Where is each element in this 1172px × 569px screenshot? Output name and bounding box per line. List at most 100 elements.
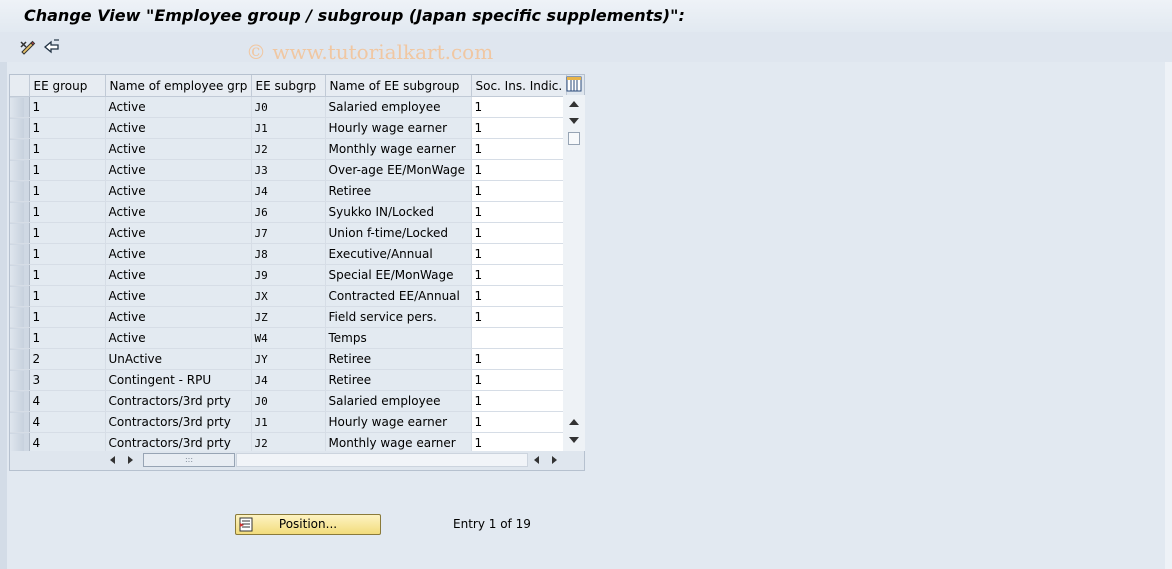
soc-ins-indic-field[interactable]: 1 bbox=[471, 348, 567, 370]
soc-ins-indic-field[interactable]: 1 bbox=[471, 285, 567, 307]
employee-group-name-cell: Active bbox=[105, 243, 252, 265]
column-header-ee-subgroup-name[interactable]: Name of EE subgroup bbox=[325, 75, 472, 97]
employee-group-name-cell: Contingent - RPU bbox=[105, 369, 252, 391]
row-selector-handle[interactable] bbox=[10, 118, 24, 138]
ee-group-cell: 1 bbox=[29, 306, 106, 328]
row-selector[interactable] bbox=[10, 285, 30, 307]
column-header-ee-group[interactable]: EE group bbox=[29, 75, 106, 97]
scroll-up-arrow-icon[interactable] bbox=[569, 101, 579, 107]
ee-subgroup-cell: J7 bbox=[251, 222, 326, 244]
row-selector[interactable] bbox=[10, 327, 30, 349]
row-selector[interactable] bbox=[10, 117, 30, 139]
table-row: 1 Active JX Contracted EE/Annual 1 bbox=[10, 285, 567, 307]
table-row: 4 Contractors/3rd prty J1 Hourly wage earne… bbox=[10, 411, 567, 433]
column-header-soc-ins-indic[interactable]: Soc. Ins. Indic. bbox=[471, 75, 567, 97]
soc-ins-indic-field[interactable]: 1 bbox=[471, 264, 567, 286]
row-selector-handle[interactable] bbox=[10, 160, 24, 180]
row-selector-handle[interactable] bbox=[10, 265, 24, 285]
position-button[interactable]: Position... bbox=[235, 514, 381, 535]
row-selector[interactable] bbox=[10, 180, 30, 202]
employee-group-name-cell: Active bbox=[105, 117, 252, 139]
table-row: 1 Active J7 Union f-time/Locked 1 bbox=[10, 222, 567, 244]
page-title: Change View "Employee group / subgroup (… bbox=[24, 6, 685, 25]
edit-icon[interactable] bbox=[19, 38, 37, 56]
row-selector[interactable] bbox=[10, 138, 30, 160]
scroll-left-end-arrow-icon[interactable] bbox=[534, 456, 539, 464]
row-selector-handle[interactable] bbox=[10, 244, 24, 264]
horizontal-scrollbar[interactable]: ::: bbox=[10, 451, 584, 470]
ee-group-cell: 1 bbox=[29, 201, 106, 223]
row-selector-handle[interactable] bbox=[10, 181, 24, 201]
column-settings-icon[interactable] bbox=[566, 76, 582, 92]
ee-subgroup-name-cell: Field service pers. bbox=[325, 306, 472, 328]
right-edge bbox=[1165, 62, 1172, 569]
row-selector[interactable] bbox=[10, 159, 30, 181]
row-selector-handle[interactable] bbox=[10, 349, 24, 369]
row-selector-handle[interactable] bbox=[10, 97, 24, 117]
horizontal-scroll-track[interactable] bbox=[236, 453, 528, 467]
soc-ins-indic-field[interactable]: 1 bbox=[471, 222, 567, 244]
row-selector[interactable] bbox=[10, 369, 30, 391]
select-all-cell[interactable] bbox=[10, 75, 30, 97]
table-row: 3 Contingent - RPU J4 Retiree 1 bbox=[10, 369, 567, 391]
row-selector[interactable] bbox=[10, 390, 30, 412]
ee-group-cell: 1 bbox=[29, 159, 106, 181]
horizontal-scroll-thumb[interactable]: ::: bbox=[143, 453, 235, 467]
row-selector[interactable] bbox=[10, 96, 30, 118]
page-down-arrow-icon[interactable] bbox=[569, 118, 579, 124]
entry-counter: Entry 1 of 19 bbox=[453, 517, 531, 531]
soc-ins-indic-field[interactable]: 1 bbox=[471, 180, 567, 202]
ee-subgroup-cell: JY bbox=[251, 348, 326, 370]
ee-group-cell: 1 bbox=[29, 285, 106, 307]
ee-subgroup-cell: J4 bbox=[251, 180, 326, 202]
row-selector-handle[interactable] bbox=[10, 223, 24, 243]
row-selector[interactable] bbox=[10, 222, 30, 244]
vertical-scroll-thumb[interactable] bbox=[568, 132, 580, 145]
row-selector-handle[interactable] bbox=[10, 139, 24, 159]
other-view-icon[interactable] bbox=[43, 38, 61, 56]
soc-ins-indic-field[interactable]: 1 bbox=[471, 411, 567, 433]
soc-ins-indic-field[interactable]: 1 bbox=[471, 96, 567, 118]
soc-ins-indic-field[interactable]: 1 bbox=[471, 369, 567, 391]
ee-subgroup-name-cell: Salaried employee bbox=[325, 390, 472, 412]
row-selector[interactable] bbox=[10, 264, 30, 286]
row-selector[interactable] bbox=[10, 243, 30, 265]
soc-ins-indic-field[interactable]: 1 bbox=[471, 138, 567, 160]
scroll-right-end-arrow-icon[interactable] bbox=[552, 456, 557, 464]
employee-group-name-cell: Active bbox=[105, 138, 252, 160]
soc-ins-indic-field[interactable]: 1 bbox=[471, 306, 567, 328]
column-header-ee-subgroup[interactable]: EE subgrp bbox=[251, 75, 326, 97]
row-selector-handle[interactable] bbox=[10, 328, 24, 348]
ee-subgroup-cell: J2 bbox=[251, 138, 326, 160]
row-selector-handle[interactable] bbox=[10, 202, 24, 222]
ee-subgroup-cell: W4 bbox=[251, 327, 326, 349]
row-selector-handle[interactable] bbox=[10, 391, 24, 411]
scroll-right-arrow-icon[interactable] bbox=[128, 456, 133, 464]
soc-ins-indic-field[interactable]: 1 bbox=[471, 390, 567, 412]
ee-group-cell: 4 bbox=[29, 411, 106, 433]
soc-ins-indic-field[interactable]: 1 bbox=[471, 201, 567, 223]
soc-ins-indic-field[interactable]: 1 bbox=[471, 117, 567, 139]
page-up-arrow-icon[interactable] bbox=[569, 419, 579, 425]
row-selector-handle[interactable] bbox=[10, 370, 24, 390]
row-selector-handle[interactable] bbox=[10, 286, 24, 306]
row-selector-handle[interactable] bbox=[10, 307, 24, 327]
row-selector-handle[interactable] bbox=[10, 433, 24, 453]
table-row: 1 Active W4 Temps bbox=[10, 327, 567, 349]
row-selector[interactable] bbox=[10, 201, 30, 223]
ee-group-cell: 1 bbox=[29, 180, 106, 202]
soc-ins-indic-field[interactable]: 1 bbox=[471, 243, 567, 265]
scroll-down-arrow-icon[interactable] bbox=[569, 437, 579, 443]
ee-group-cell: 2 bbox=[29, 348, 106, 370]
row-selector[interactable] bbox=[10, 306, 30, 328]
soc-ins-indic-field[interactable]: 1 bbox=[471, 159, 567, 181]
scroll-left-arrow-icon[interactable] bbox=[110, 456, 115, 464]
row-selector[interactable] bbox=[10, 348, 30, 370]
soc-ins-indic-field[interactable] bbox=[471, 327, 567, 349]
row-selector-handle[interactable] bbox=[10, 412, 24, 432]
row-selector[interactable] bbox=[10, 411, 30, 433]
ee-subgroup-name-cell: Special EE/MonWage bbox=[325, 264, 472, 286]
data-table: EE group Name of employee grp EE subgrp … bbox=[10, 75, 567, 454]
column-header-employee-group-name[interactable]: Name of employee grp bbox=[105, 75, 252, 97]
vertical-scrollbar[interactable] bbox=[563, 95, 585, 451]
